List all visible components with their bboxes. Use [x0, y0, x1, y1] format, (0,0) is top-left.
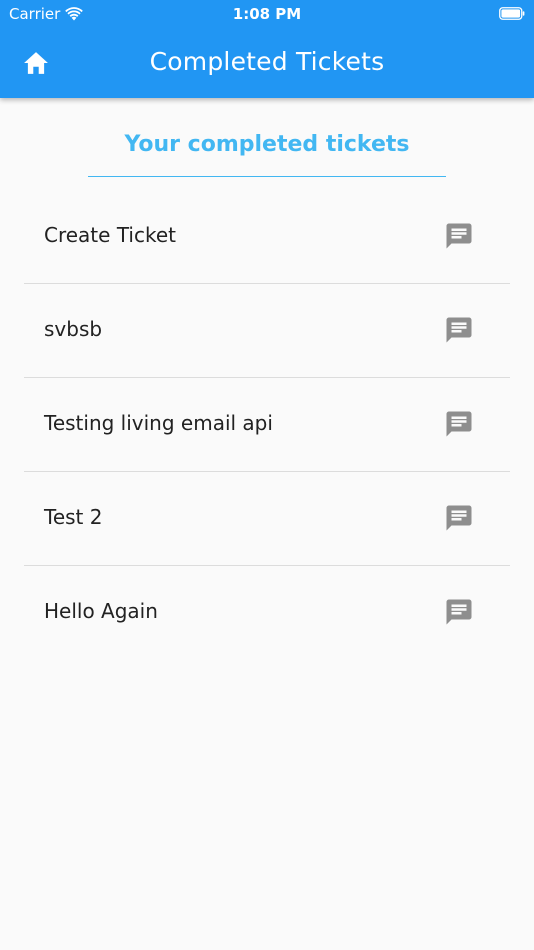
- chat-icon[interactable]: [444, 221, 474, 251]
- ticket-title: Testing living email api: [44, 411, 273, 435]
- ticket-title: svbsb: [44, 317, 103, 341]
- ticket-title: Hello Again: [44, 599, 158, 623]
- chat-icon[interactable]: [444, 597, 474, 627]
- battery-icon: [499, 7, 525, 20]
- page-title: Completed Tickets: [149, 47, 385, 76]
- ticket-item-hello-again[interactable]: Hello Again: [24, 565, 510, 659]
- ticket-item-svbsb[interactable]: svbsb: [24, 283, 510, 377]
- ticket-item-testing-living-email-api[interactable]: Testing living email api: [24, 377, 510, 471]
- ticket-item-test-2[interactable]: Test 2: [24, 471, 510, 565]
- ticket-item-create-ticket[interactable]: Create Ticket: [24, 190, 510, 283]
- status-bar: Carrier 1:08 PM: [0, 0, 534, 28]
- section-heading: Your completed tickets: [124, 132, 410, 157]
- ticket-title: Test 2: [44, 505, 103, 529]
- heading-underline: [88, 176, 446, 177]
- chat-icon[interactable]: [444, 315, 474, 345]
- ticket-title: Create Ticket: [44, 223, 176, 247]
- status-time: 1:08 PM: [232, 5, 302, 23]
- toolbar: Completed Tickets: [0, 28, 534, 98]
- app-bar: Carrier 1:08 PM Completed Tickets: [0, 0, 534, 98]
- chat-icon[interactable]: [444, 409, 474, 439]
- chat-icon[interactable]: [444, 503, 474, 533]
- ticket-list: Create Ticket svbsb Testing living email…: [24, 190, 510, 659]
